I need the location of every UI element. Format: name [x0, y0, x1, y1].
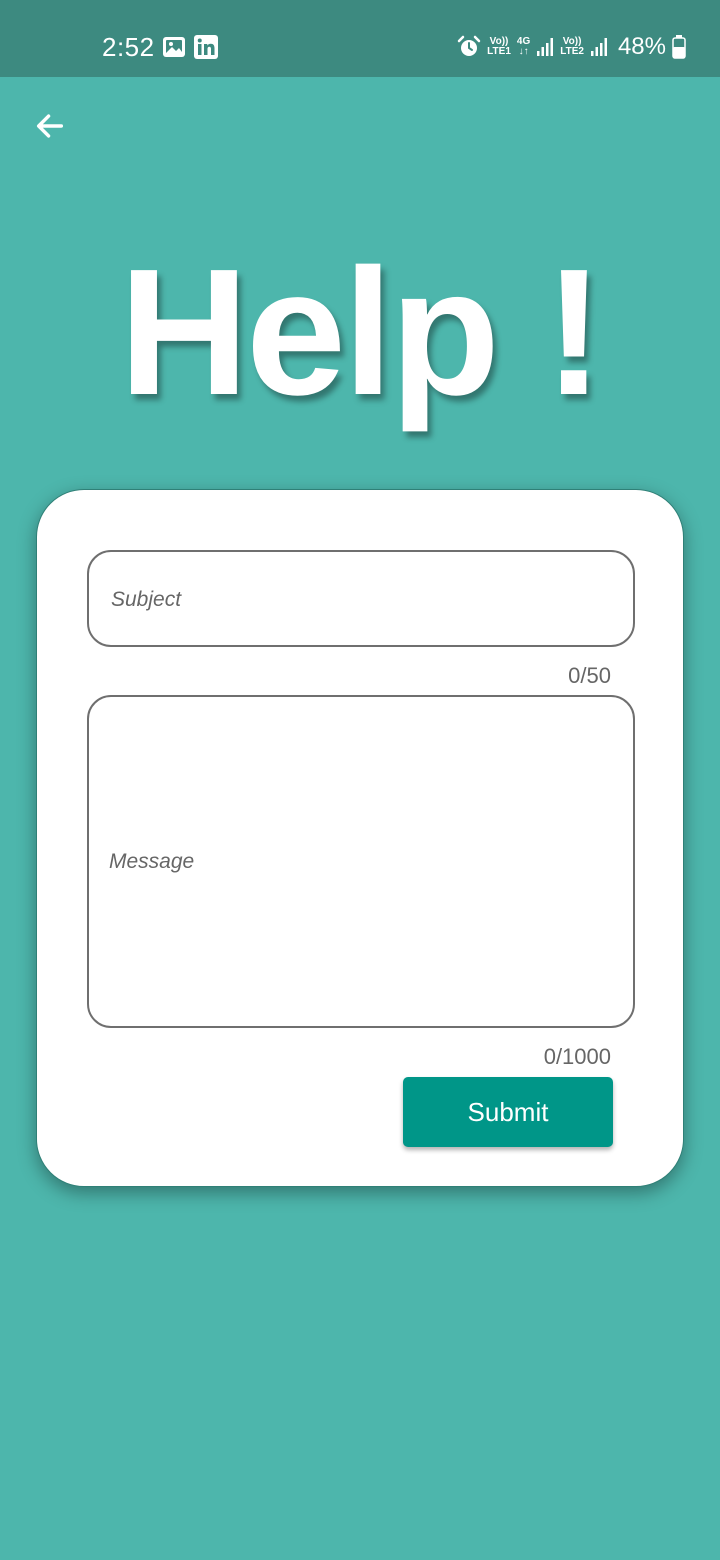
sim1-lte-label: LTE1	[487, 46, 511, 57]
status-right-icons: Vo)) LTE1 4G ↓↑ Vo)) LTE2 48%	[457, 30, 686, 64]
arrow-left-icon	[36, 114, 64, 138]
subject-field[interactable]	[87, 550, 635, 647]
status-time: 2:52	[102, 32, 155, 62]
signal-sim1-icon	[537, 38, 554, 56]
message-field[interactable]	[87, 695, 635, 1028]
subject-char-counter: 0/50	[568, 663, 611, 688]
submit-button[interactable]: Submit	[403, 1077, 613, 1147]
message-input[interactable]	[109, 847, 609, 887]
sim1-indicator: Vo)) LTE1	[487, 37, 511, 57]
battery-icon	[672, 35, 686, 59]
network-activity-label: ↓↑	[518, 46, 529, 57]
network-indicator: 4G ↓↑	[517, 37, 530, 57]
notification-icons	[162, 35, 218, 59]
page-title: Help !	[118, 232, 604, 433]
linkedin-icon	[194, 35, 218, 59]
gallery-icon	[163, 37, 185, 57]
subject-input[interactable]	[109, 552, 613, 647]
status-bar: 2:52 Vo)) LTE1 4G ↓↑ Vo)) LTE2 48%	[0, 0, 720, 77]
battery-percent: 48%	[617, 33, 666, 60]
help-form-card: 0/50 0/1000 Submit	[36, 489, 684, 1187]
alarm-icon	[457, 35, 481, 56]
back-button[interactable]	[28, 104, 72, 148]
message-char-counter: 0/1000	[543, 1044, 611, 1069]
signal-sim2-icon	[590, 38, 607, 56]
sim2-indicator: Vo)) LTE2	[560, 37, 584, 57]
sim2-lte-label: LTE2	[560, 46, 584, 57]
